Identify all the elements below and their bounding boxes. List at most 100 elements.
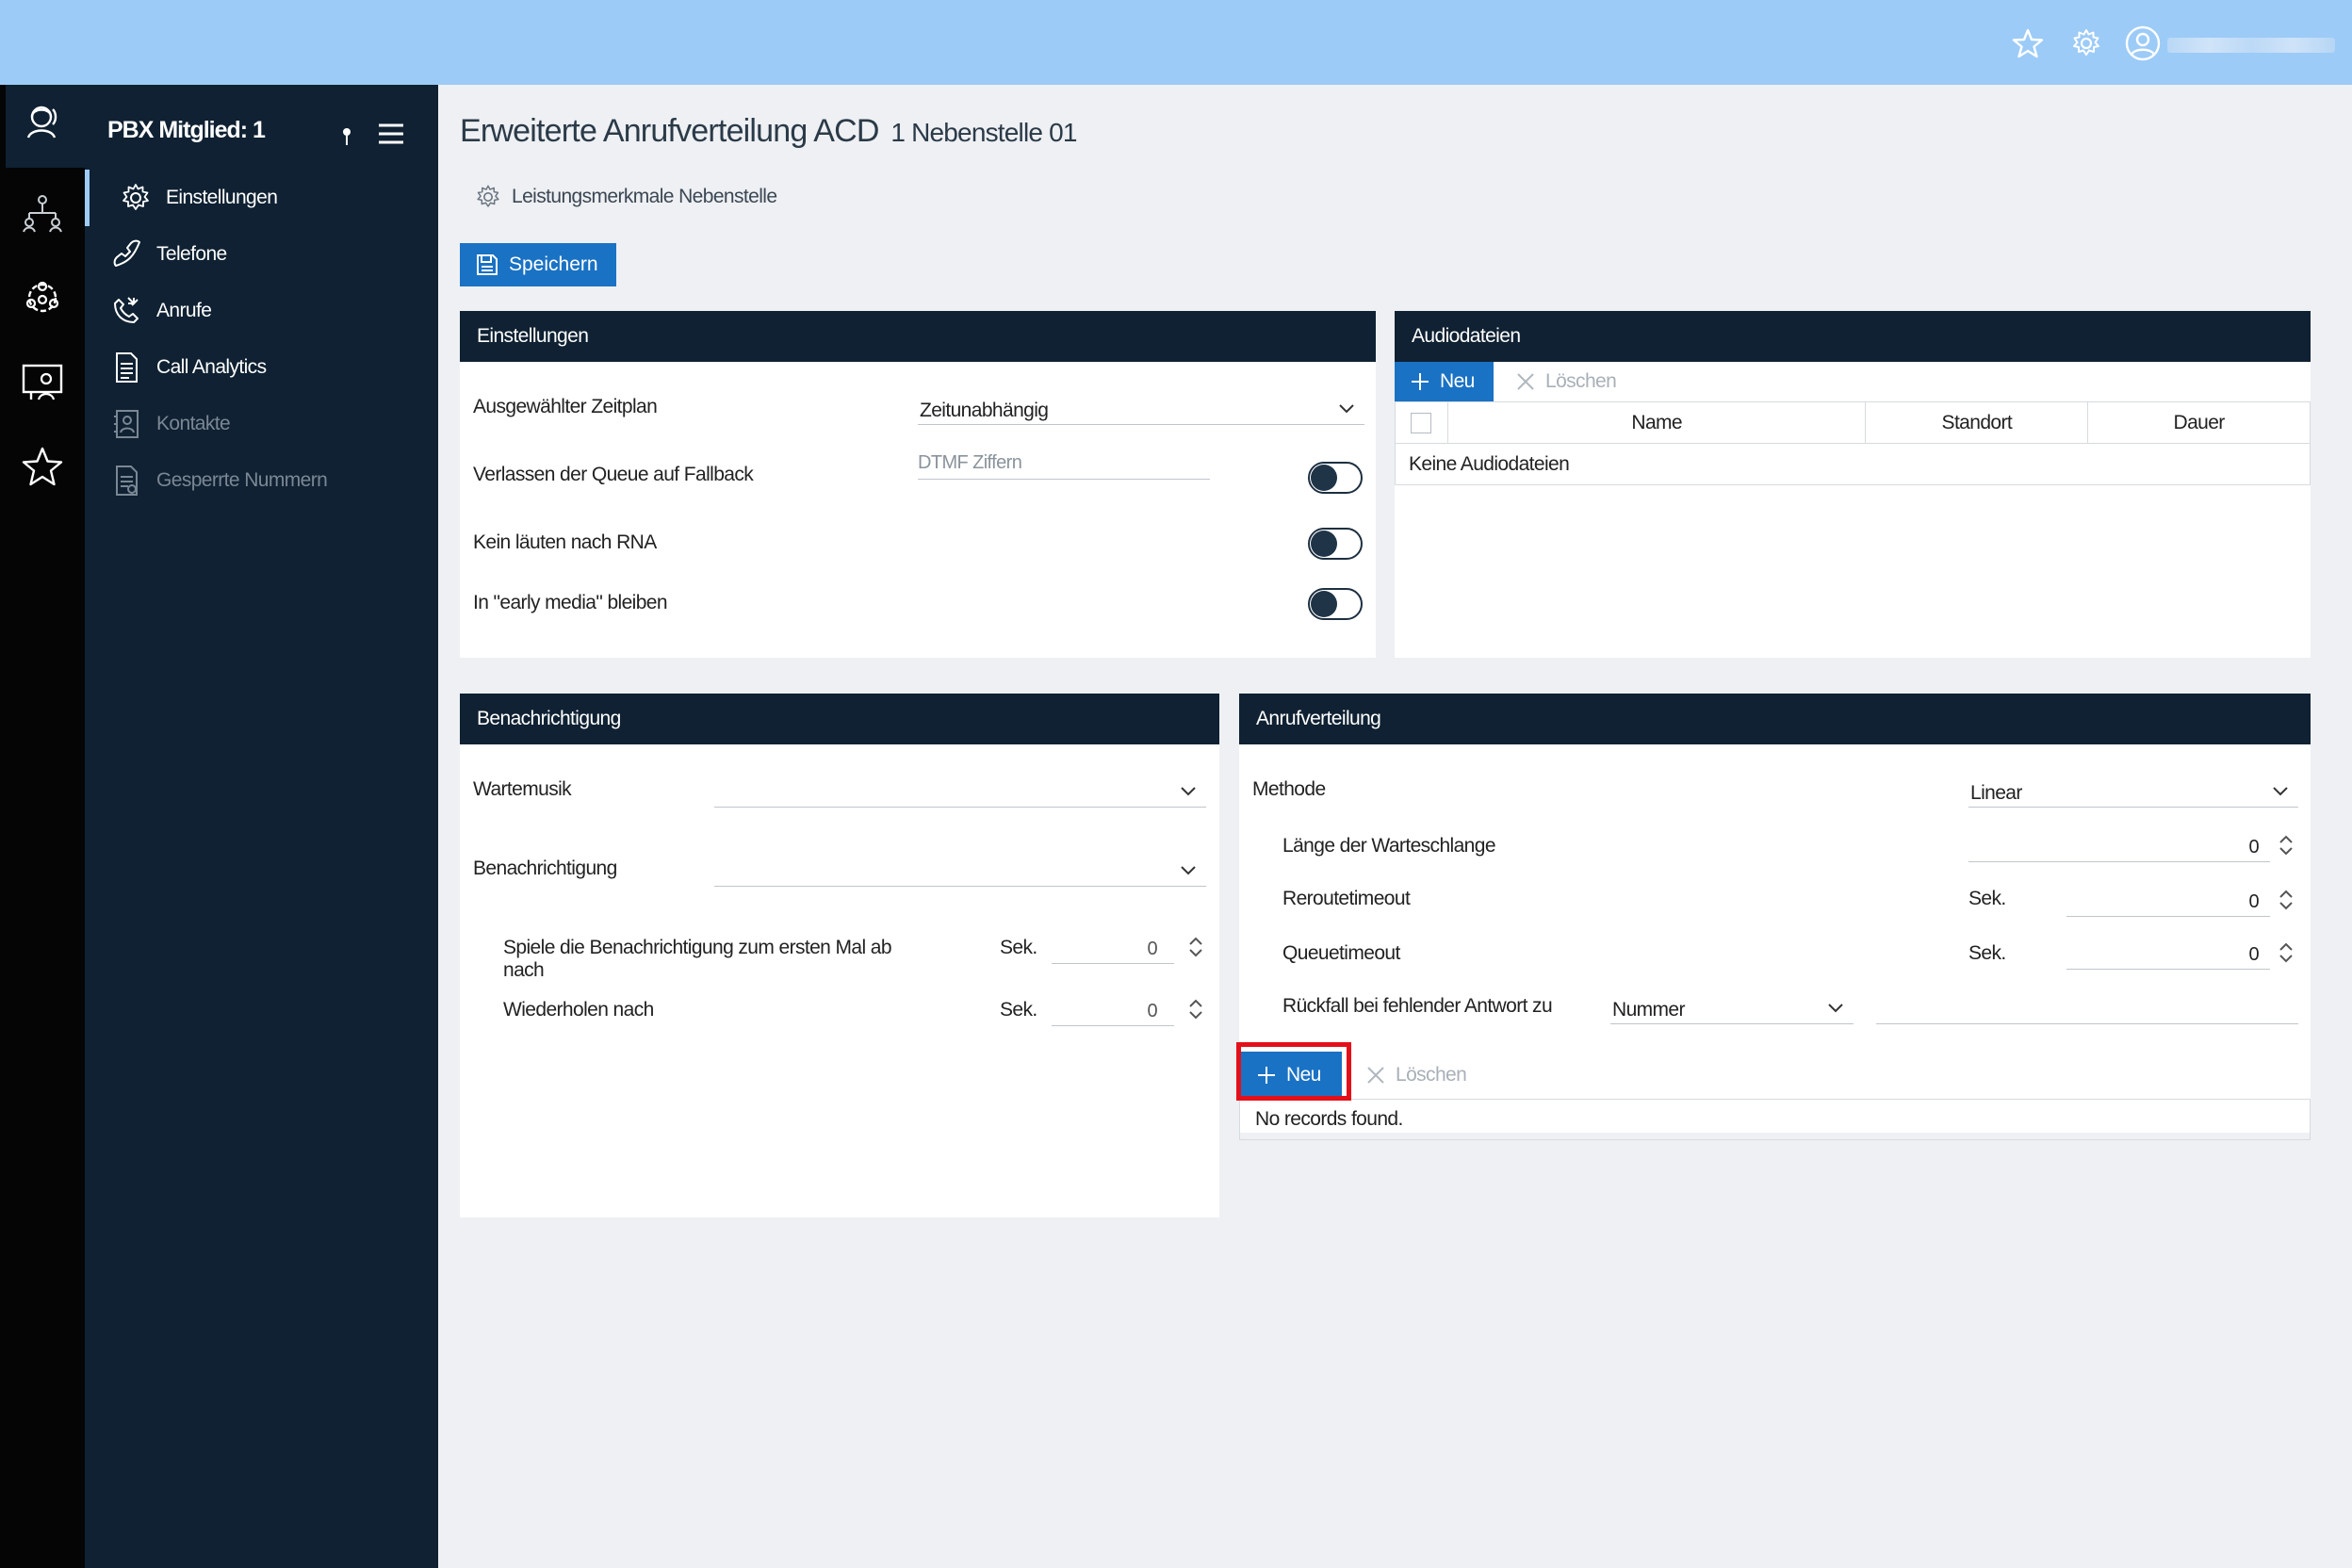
distribution-delete-button[interactable]: Löschen — [1365, 1052, 1467, 1099]
stepper-icon[interactable] — [1187, 935, 1204, 959]
sidebar-item-label: Einstellungen — [166, 187, 278, 208]
user-name-obscured[interactable] — [2167, 38, 2335, 53]
phone-icon — [113, 239, 140, 267]
sidebar-item-gesperrte-nummern: Gesperrte Nummern — [85, 452, 438, 509]
anrufverteilung-header: Anrufverteilung — [1239, 694, 2311, 744]
highlight-box — [1236, 1042, 1351, 1101]
queue-timeout-unit: Sek. — [1968, 942, 2006, 964]
chevron-down-icon[interactable] — [1178, 859, 1199, 880]
first-play-label: Spiele die Benachrichtigung zum ersten M… — [503, 937, 892, 981]
monitor-user-icon[interactable] — [18, 358, 67, 407]
queue-length-value: 0 — [2248, 837, 2259, 858]
first-play-value: 0 — [1147, 939, 1157, 959]
org-chart-icon[interactable] — [18, 188, 67, 237]
benachrichtigung-header: Benachrichtigung — [460, 694, 1219, 744]
sidebar: PBX Mitglied: 1 Einstellungen Telefone A… — [85, 85, 438, 1568]
select-all-cell — [1395, 401, 1448, 444]
dtmf-underline — [918, 479, 1210, 480]
save-button-label: Speichern — [509, 253, 598, 275]
table-row: Keine Audiodateien — [1395, 443, 2311, 485]
stepper-icon[interactable] — [2278, 888, 2295, 912]
benachrichtigung-underline — [714, 886, 1206, 887]
chevron-down-icon[interactable] — [1178, 780, 1199, 801]
page-title-text: Erweiterte Anrufverteilung ACD — [460, 113, 879, 149]
repeat-underline — [1052, 1025, 1174, 1026]
fallback-number-underline — [1876, 1023, 2298, 1024]
pin-icon[interactable] — [337, 126, 356, 147]
page-title: Erweiterte Anrufverteilung ACD 1 Nebenst… — [460, 113, 1077, 150]
close-icon — [1517, 373, 1534, 390]
sidebar-item-telefone[interactable]: Telefone — [85, 226, 438, 283]
rna-toggle[interactable] — [1308, 528, 1363, 560]
reroute-underline — [2066, 916, 2270, 917]
fallback-toggle[interactable] — [1308, 462, 1363, 494]
first-play-underline — [1052, 963, 1174, 964]
wartemusik-underline — [714, 807, 1206, 808]
early-media-toggle[interactable] — [1308, 588, 1363, 620]
column-header-standort[interactable]: Standort — [1865, 401, 2089, 444]
queue-length-label: Länge der Warteschlange — [1282, 835, 1496, 857]
benachrichtigung-label: Benachrichtigung — [473, 858, 617, 879]
document-icon — [116, 352, 138, 383]
icon-rail — [0, 85, 85, 1568]
methode-label: Methode — [1252, 778, 1326, 800]
methode-value: Linear — [1970, 782, 2022, 804]
rail-home[interactable] — [6, 85, 85, 168]
sidebar-item-einstellungen[interactable]: Einstellungen — [85, 170, 438, 226]
column-header-name[interactable]: Name — [1446, 401, 1867, 444]
menu-icon[interactable] — [377, 122, 405, 145]
anrufverteilung-panel: Anrufverteilung Methode Linear Länge der… — [1239, 694, 2311, 1140]
chevron-down-icon[interactable] — [2270, 780, 2291, 801]
fallback-type-value: Nummer — [1612, 999, 1686, 1021]
close-icon — [1367, 1067, 1384, 1084]
sidebar-item-call-analytics[interactable]: Call Analytics — [85, 339, 438, 396]
sidebar-item-label: Anrufe — [156, 300, 212, 321]
user-icon[interactable] — [2124, 24, 2162, 62]
stepper-icon[interactable] — [1187, 997, 1204, 1021]
toggle-knob — [1311, 531, 1337, 557]
main-content: Erweiterte Anrufverteilung ACD 1 Nebenst… — [438, 85, 2352, 1568]
column-header-dauer[interactable]: Dauer — [2087, 401, 2311, 444]
benachrichtigung-panel: Benachrichtigung Wartemusik Benachrichti… — [460, 694, 1219, 1217]
chevron-down-icon[interactable] — [1825, 997, 1846, 1018]
star-icon[interactable] — [18, 443, 67, 492]
audio-delete-button[interactable]: Löschen — [1515, 362, 1617, 401]
sidebar-item-anrufe[interactable]: Anrufe — [85, 283, 438, 339]
audio-table: Name Standort Dauer Keine Audiodateien — [1395, 401, 2311, 485]
toggle-knob — [1311, 465, 1337, 491]
audio-new-label: Neu — [1440, 370, 1475, 392]
group-gear-icon[interactable] — [18, 273, 67, 322]
fallback-answer-label: Rückfall bei fehlender Antwort zu — [1282, 995, 1553, 1017]
fallback-label: Verlassen der Queue auf Fallback — [473, 464, 754, 485]
plus-icon — [1412, 373, 1429, 390]
star-icon[interactable] — [2011, 26, 2045, 60]
top-bar — [0, 0, 2352, 85]
methode-underline — [1968, 807, 2298, 808]
stepper-icon[interactable] — [2278, 940, 2295, 965]
save-button[interactable]: Speichern — [460, 243, 616, 286]
zeitplan-label: Ausgewählter Zeitplan — [473, 396, 658, 417]
queue-timeout-value: 0 — [2248, 944, 2259, 965]
repeat-value: 0 — [1147, 1001, 1157, 1021]
gear-icon — [122, 184, 149, 210]
empty-message: No records found. — [1255, 1108, 1403, 1130]
gear-icon[interactable] — [2069, 26, 2103, 60]
toggle-knob — [1311, 591, 1337, 617]
contacts-icon — [114, 410, 139, 438]
empty-message: Keine Audiodateien — [1395, 443, 2311, 485]
audio-new-button[interactable]: Neu — [1395, 362, 1494, 401]
select-all-checkbox[interactable] — [1411, 412, 1432, 433]
sidebar-item-label: Gesperrte Nummern — [156, 469, 328, 491]
records-table: No records found. — [1239, 1099, 2311, 1140]
early-media-label: In "early media" bleiben — [473, 592, 668, 613]
fallback-type-underline — [1610, 1023, 1854, 1024]
zeitplan-underline — [918, 424, 1364, 425]
sidebar-item-label: Kontakte — [156, 413, 231, 434]
queue-timeout-underline — [2066, 969, 2270, 970]
stepper-icon[interactable] — [2278, 833, 2295, 858]
page-subtitle: Leistungsmerkmale Nebenstelle — [474, 183, 777, 211]
page-subtitle-text: Leistungsmerkmale Nebenstelle — [512, 186, 777, 207]
repeat-label: Wiederholen nach — [503, 999, 654, 1021]
chevron-down-icon[interactable] — [1336, 398, 1357, 418]
save-icon — [477, 254, 498, 275]
